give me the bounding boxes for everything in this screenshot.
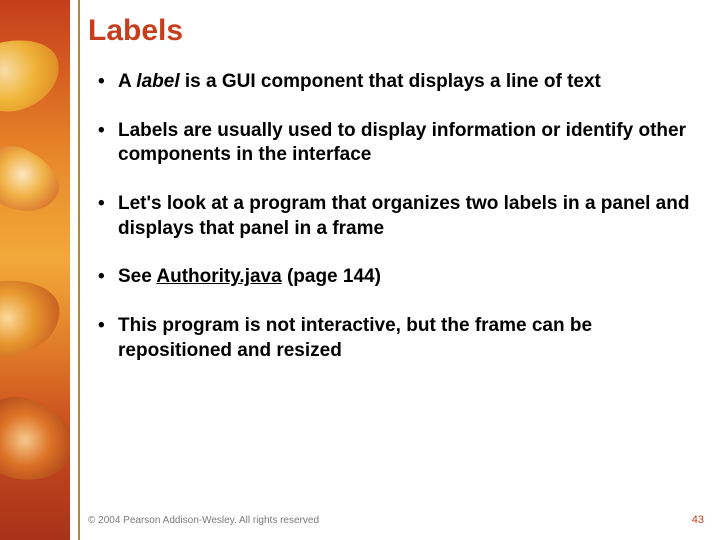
bullet-text: Labels are usually used to display infor…	[118, 120, 686, 166]
bullet-item: Let's look at a program that organizes t…	[92, 192, 704, 241]
bullet-text: This program is not interactive, but the…	[118, 315, 592, 361]
footer-page-number: 43	[692, 514, 704, 526]
footer-copyright: © 2004 Pearson Addison-Wesley. All right…	[88, 515, 319, 526]
leaf-icon	[0, 274, 65, 361]
bullet-item: See Authority.java (page 144)	[92, 265, 704, 290]
slide: Labels A label is a GUI component that d…	[0, 0, 720, 540]
bullet-item: A label is a GUI component that displays…	[92, 70, 704, 95]
bullet-text: See	[118, 266, 156, 287]
leaf-icon	[0, 30, 68, 121]
bullet-list: A label is a GUI component that displays…	[92, 70, 704, 364]
bullet-item: Labels are usually used to display infor…	[92, 119, 704, 168]
bullet-text: (page 144)	[282, 266, 381, 287]
leaf-icon	[0, 136, 69, 224]
vertical-rule	[78, 0, 80, 540]
leaf-icon	[0, 387, 70, 494]
bullet-text: is a GUI component that displays a line …	[180, 71, 601, 92]
bullet-item: This program is not interactive, but the…	[92, 314, 704, 363]
content-area: Labels A label is a GUI component that d…	[88, 14, 704, 540]
code-reference-link: Authority.java	[156, 266, 281, 287]
slide-title: Labels	[88, 14, 704, 48]
sidebar-decorative	[0, 0, 70, 540]
bullet-emphasis: label	[136, 71, 179, 92]
bullet-text: A	[118, 71, 136, 92]
bullet-text: Let's look at a program that organizes t…	[118, 193, 689, 239]
